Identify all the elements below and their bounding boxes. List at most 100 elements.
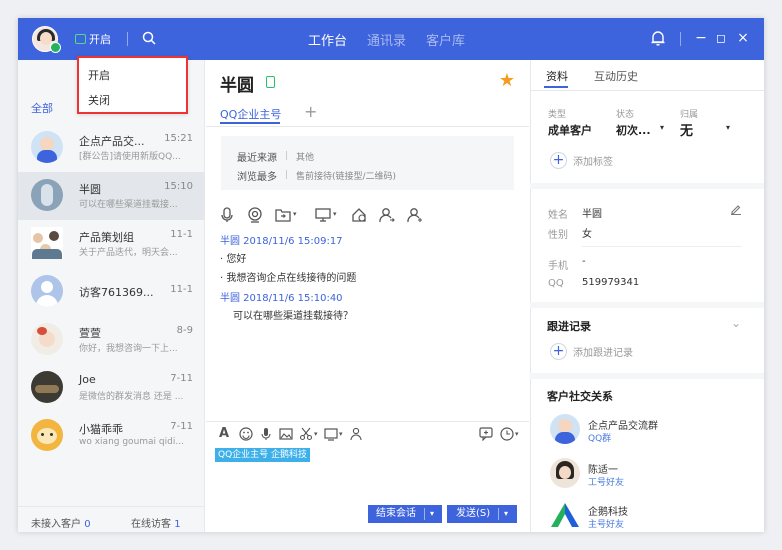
screen-share-icon[interactable] (315, 207, 331, 223)
pending-customers[interactable]: 未接入客户 0 (31, 515, 91, 530)
status-icon (75, 34, 86, 44)
transfer-user-icon[interactable] (379, 207, 395, 223)
divider (680, 32, 681, 46)
voice-icon[interactable] (219, 207, 235, 223)
transfer-icon[interactable] (349, 427, 363, 441)
contact-time: 15:10 (164, 181, 193, 192)
sidebar-footer: 未接入客户 0 在线访客 1 (18, 506, 205, 532)
phone-value: - (582, 256, 586, 267)
active-tab-indicator (220, 122, 280, 124)
account-tag: QQ企业主号 企鹅科技 (215, 448, 311, 462)
history-clock-icon[interactable] (500, 427, 514, 441)
chevron-down-icon[interactable]: ▾ (726, 123, 730, 132)
group-avatar (31, 227, 63, 259)
chevron-down-icon[interactable]: ⌄ (731, 316, 741, 330)
visitor-info-box: 最近来源 其他 浏览最多 售前接待(链接型/二维码) (221, 136, 514, 190)
quick-reply-icon[interactable] (479, 427, 493, 441)
close-button[interactable]: × (734, 29, 752, 47)
contact-preview: [群公告]请使用新版QQ... (79, 152, 181, 162)
owner-label: 归属 (680, 110, 699, 120)
search-icon[interactable] (142, 31, 156, 45)
microphone-icon[interactable] (259, 427, 273, 441)
status-label: 开启 (89, 33, 111, 46)
qq-value: 519979341 (582, 277, 640, 288)
type-value[interactable]: 成单客户 (548, 122, 592, 138)
list-item[interactable]: 产品策划组 11-1 关于产品迭代，明天会... (18, 220, 205, 268)
scissors-icon[interactable] (299, 427, 313, 441)
contact-preview: 你好，我想咨询一下上... (79, 344, 178, 354)
chevron-down-icon[interactable]: ▾ (430, 505, 434, 523)
add-tab-button[interactable]: + (304, 102, 317, 121)
emoji-icon[interactable] (239, 427, 253, 441)
message-text: · 您好 (220, 254, 247, 265)
divider (127, 32, 128, 46)
send-button[interactable]: 发送(S) ▾ (447, 505, 517, 523)
qq-label: QQ (548, 278, 564, 289)
social-name[interactable]: 陈适一 (588, 461, 618, 476)
user-avatar (31, 323, 63, 355)
name-value: 半圆 (582, 209, 602, 220)
chevron-down-icon[interactable]: ▾ (660, 123, 664, 132)
gender-value: 女 (582, 229, 592, 240)
plus-icon: + (550, 343, 567, 360)
status-toggle-button[interactable]: 开启 (75, 31, 111, 47)
tab-qq-main-account[interactable]: QQ企业主号 (220, 106, 281, 122)
tab-contacts[interactable]: 通讯录 (367, 30, 406, 49)
contact-name: 小猫乖乖 (79, 423, 123, 436)
list-item[interactable]: 萱萱 8-9 你好，我想咨询一下上... (18, 316, 205, 364)
message-header: 半圆 2018/11/6 15:10:40 (220, 293, 343, 304)
social-name[interactable]: 企鹅科技 (588, 503, 628, 518)
contact-preview: 是微信的群发消息 还是 ... (79, 392, 184, 402)
screenshot-icon[interactable] (324, 427, 338, 441)
company-logo-icon (551, 503, 579, 527)
online-status-icon (50, 42, 61, 53)
filter-all[interactable]: 全部 (31, 100, 53, 116)
customer-profile-panel: 资料 互动历史 类型 成单客户 状态 初次... ▾ 归属 无 ▾ + 添加标签… (530, 60, 764, 532)
video-call-icon[interactable] (247, 207, 263, 223)
visitor-avatar (31, 275, 63, 307)
image-icon[interactable] (279, 427, 293, 441)
end-session-button[interactable]: 结束会话 ▾ (368, 505, 442, 523)
folder-icon[interactable] (275, 207, 291, 223)
maximize-button[interactable]: ◻ (712, 29, 730, 47)
status-menu-item-on[interactable]: 开启 (88, 67, 110, 83)
home-icon[interactable] (351, 207, 367, 223)
social-type: 工号好友 (588, 478, 625, 488)
tab-interaction-history[interactable]: 互动历史 (594, 68, 638, 84)
minimize-button[interactable]: − (692, 29, 710, 47)
edit-icon[interactable] (730, 203, 742, 215)
contact-name: 产品策划组 (79, 231, 134, 244)
font-icon[interactable]: A (219, 427, 233, 441)
add-tag-button[interactable]: + 添加标签 (550, 152, 613, 169)
bell-icon[interactable] (651, 31, 665, 46)
contact-time: 8-9 (176, 325, 193, 336)
status-menu-item-off[interactable]: 关闭 (88, 92, 110, 108)
social-name[interactable]: 企点产品交流群 (588, 417, 658, 432)
message-header: 半圆 2018/11/6 15:09:17 (220, 236, 343, 247)
user-avatar (550, 458, 580, 488)
owner-value[interactable]: 无 (680, 120, 693, 139)
list-item[interactable]: 企点产品交... 15:21 [群公告]请使用新版QQ... (18, 124, 205, 172)
list-item[interactable]: 访客761369... 11-1 (18, 268, 205, 316)
info-label: 最近来源 (237, 153, 277, 164)
add-followup-button[interactable]: + 添加跟进记录 (550, 343, 633, 360)
gender-label: 性别 (548, 230, 568, 241)
active-tab-indicator (544, 86, 568, 88)
tab-workbench[interactable]: 工作台 (308, 30, 347, 49)
online-visitors[interactable]: 在线访客 1 (131, 515, 181, 530)
social-type: QQ群 (588, 434, 612, 444)
phone-icon (266, 76, 275, 88)
chevron-down-icon[interactable]: ▾ (504, 505, 508, 523)
tab-profile[interactable]: 资料 (546, 68, 568, 84)
contact-name: 半圆 (79, 183, 101, 196)
list-item[interactable]: Joe 7-11 是微信的群发消息 还是 ... (18, 364, 205, 412)
social-type: 主号好友 (588, 520, 625, 530)
star-icon[interactable]: ★ (499, 70, 515, 91)
invite-user-icon[interactable] (407, 207, 423, 223)
state-value[interactable]: 初次... (616, 122, 651, 138)
phone-label: 手机 (548, 261, 568, 272)
list-item[interactable]: 小猫乖乖 7-11 wo xiang goumai qidi... (18, 412, 205, 460)
list-item[interactable]: 半圆 15:10 可以在哪些渠道挂载接... (18, 172, 205, 220)
plus-icon: + (550, 152, 567, 169)
tab-customer-library[interactable]: 客户库 (426, 30, 465, 49)
